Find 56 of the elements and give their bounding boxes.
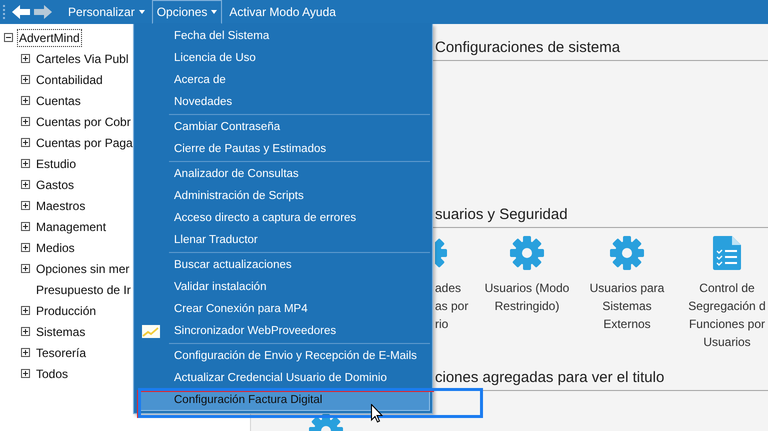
- tree-item[interactable]: Sistemas: [34, 322, 88, 340]
- tree-item[interactable]: AdvertMind: [17, 28, 82, 46]
- menu-item[interactable]: Configuración de Envio y Recepción de E-Mails: [138, 345, 430, 367]
- menu-item[interactable]: Administración de Scripts: [138, 185, 430, 207]
- menu-item[interactable]: Buscar actualizaciones: [138, 254, 430, 276]
- expand-icon[interactable]: [21, 75, 30, 84]
- menu-button[interactable]: Personalizar: [63, 0, 150, 24]
- expand-icon[interactable]: [21, 180, 30, 189]
- expand-icon[interactable]: [21, 138, 30, 147]
- expand-icon[interactable]: [21, 306, 30, 315]
- tree-item[interactable]: Cuentas por Cobr: [34, 112, 133, 130]
- menu-item[interactable]: Cambiar Contraseña: [138, 116, 430, 138]
- tree-item[interactable]: Todos: [34, 364, 70, 382]
- expand-icon[interactable]: [21, 348, 30, 357]
- menu-item[interactable]: Cierre de Pautas y Estimados: [138, 138, 430, 160]
- tile-label[interactable]: Control de Segregación d Funciones por Usuarios: [688, 279, 766, 351]
- expand-icon[interactable]: [21, 264, 30, 273]
- expand-icon[interactable]: [21, 369, 30, 378]
- tree-item[interactable]: Opciones sin mer: [34, 260, 132, 278]
- tile-label[interactable]: Usuarios (Modo Restringido): [484, 279, 570, 315]
- tree-item[interactable]: Cuentas: [34, 92, 83, 110]
- menu-item[interactable]: Crear Conexión para MP4: [138, 298, 430, 320]
- menu-item[interactable]: Analizador de Consultas: [138, 163, 430, 185]
- menu-item[interactable]: Validar instalación: [138, 276, 430, 298]
- back-arrow-icon[interactable]: [11, 4, 31, 20]
- tree-item[interactable]: Contabilidad: [34, 70, 105, 88]
- menu-button[interactable]: Opciones: [152, 0, 222, 24]
- tree-item[interactable]: Management: [34, 218, 108, 236]
- expand-icon[interactable]: [21, 96, 30, 105]
- tree-item[interactable]: Cuentas por Paga: [34, 134, 135, 152]
- checklist-document-icon[interactable]: [713, 236, 741, 270]
- tree-item[interactable]: Carteles Via Publ: [34, 50, 130, 68]
- tree-item[interactable]: Gastos: [34, 176, 76, 194]
- expand-icon[interactable]: [21, 54, 30, 63]
- tree-item[interactable]: Medios: [34, 238, 77, 256]
- tree-item[interactable]: Tesorería: [34, 344, 88, 362]
- collapse-icon[interactable]: [4, 33, 13, 42]
- tree-item[interactable]: Presupuesto de Ir: [34, 280, 133, 298]
- expand-icon[interactable]: [21, 117, 30, 126]
- tree-item[interactable]: Maestros: [34, 196, 88, 214]
- expand-icon[interactable]: [21, 201, 30, 210]
- menu-item[interactable]: Novedades: [138, 91, 430, 113]
- tree-item[interactable]: Producción: [34, 302, 98, 320]
- menu-item[interactable]: Llenar Traductor: [138, 229, 430, 251]
- mouse-cursor-icon: [371, 404, 383, 423]
- menu-button[interactable]: Activar Modo Ayuda: [224, 0, 341, 24]
- menu-item[interactable]: Acerca de: [138, 69, 430, 91]
- menu-item[interactable]: Sincronizador WebProveedores: [138, 320, 430, 342]
- tree-item[interactable]: Estudio: [34, 154, 78, 172]
- expand-icon[interactable]: [21, 327, 30, 336]
- tile-label[interactable]: ades as por rio: [435, 279, 468, 333]
- expand-icon[interactable]: [21, 159, 30, 168]
- line-chart-icon: [142, 325, 160, 341]
- tile-label[interactable]: Usuarios para Sistemas Externos: [590, 279, 664, 333]
- expand-icon[interactable]: [21, 243, 30, 252]
- expand-icon[interactable]: [21, 222, 30, 231]
